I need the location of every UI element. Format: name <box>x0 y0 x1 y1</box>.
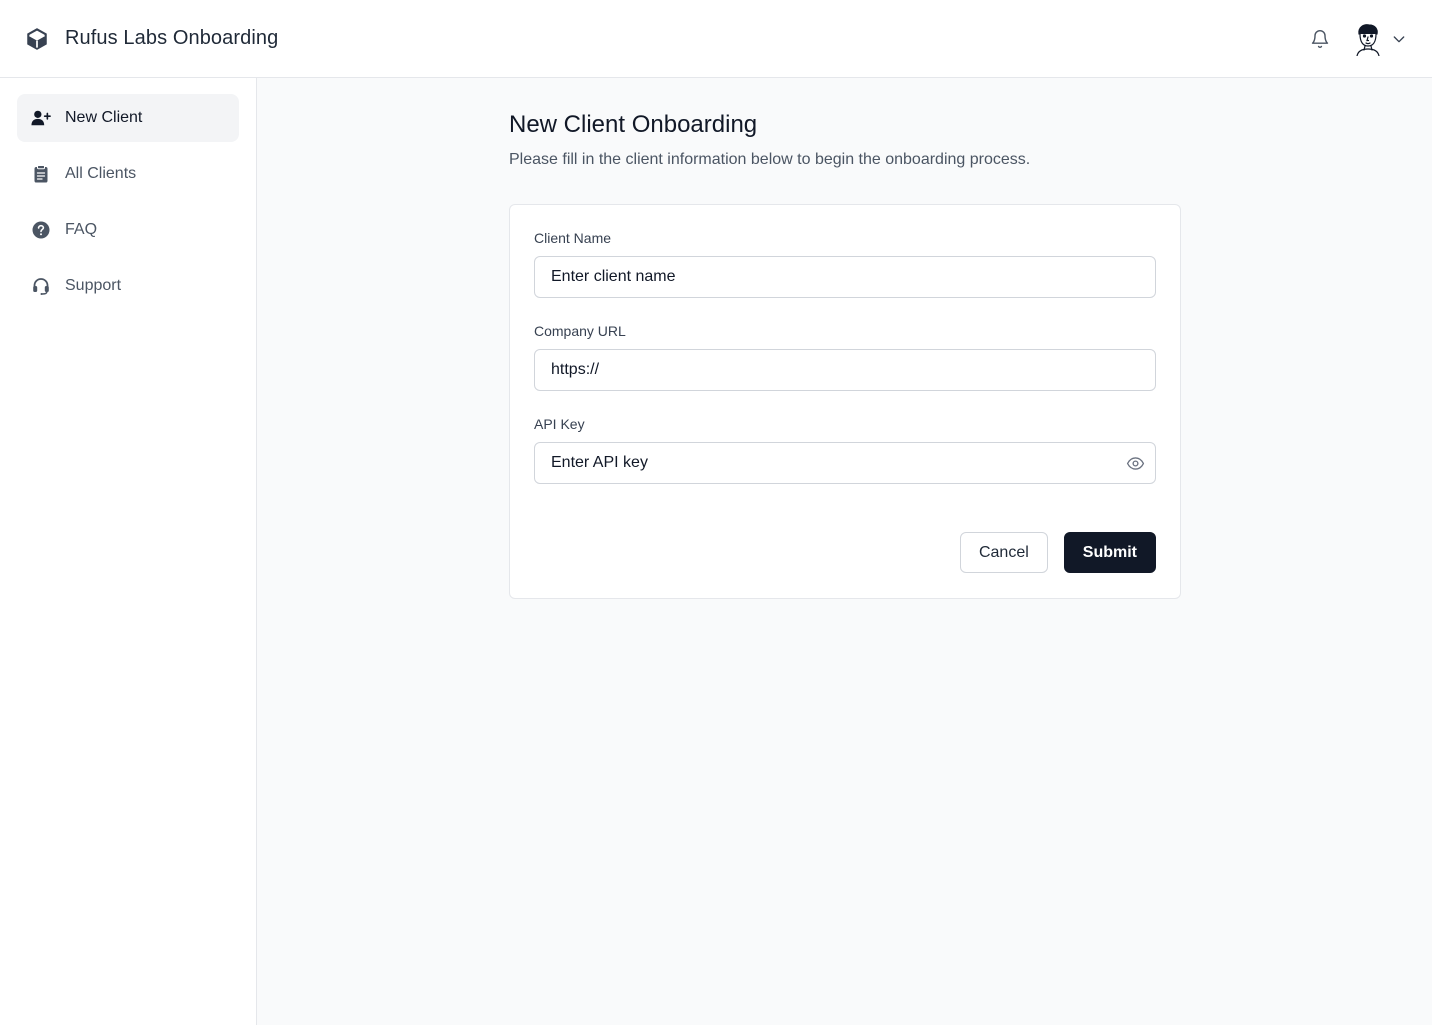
company-url-label: Company URL <box>534 323 626 339</box>
main-content: New Client Onboarding Please fill in the… <box>257 78 1432 1025</box>
cancel-button[interactable]: Cancel <box>959 532 1048 573</box>
sidebar-item-label: FAQ <box>65 221 98 238</box>
avatar <box>1353 22 1383 57</box>
chevron-down-icon[interactable] <box>1390 30 1408 48</box>
brand[interactable]: Rufus Labs Onboarding <box>24 26 278 52</box>
top-header: Rufus Labs Onboarding <box>0 0 1432 78</box>
page-title: New Client Onboarding <box>509 111 758 138</box>
bell-icon[interactable] <box>1308 27 1332 51</box>
app-title: Rufus Labs Onboarding <box>65 27 279 49</box>
company-url-field-group: Company URL <box>534 323 1156 391</box>
client-name-field-group: Client Name <box>534 230 1156 298</box>
api-key-label: API Key <box>534 416 585 432</box>
header-actions <box>1308 22 1408 57</box>
company-url-input[interactable] <box>534 349 1156 391</box>
onboarding-form: Client Name Company URL API Key <box>509 204 1181 599</box>
question-circle-icon <box>31 220 51 240</box>
client-name-label: Client Name <box>534 230 612 246</box>
headset-icon <box>31 276 51 296</box>
page-subtitle: Please fill in the client information be… <box>509 151 1031 168</box>
sidebar-item-all-clients[interactable]: All Clients <box>17 150 239 198</box>
sidebar: New Client All Clients FAQ Support <box>0 78 257 1025</box>
submit-button[interactable]: Submit <box>1063 532 1156 573</box>
user-plus-icon <box>31 108 51 128</box>
form-actions: Cancel Submit <box>534 532 1156 573</box>
user-menu[interactable] <box>1353 22 1408 57</box>
api-key-input[interactable] <box>534 442 1156 484</box>
cube-icon <box>24 26 50 52</box>
app-root: Rufus Labs Onboarding New Client All Cli… <box>0 0 1432 1025</box>
sidebar-item-label: New Client <box>65 109 143 126</box>
sidebar-item-new-client[interactable]: New Client <box>17 94 239 142</box>
client-name-input[interactable] <box>534 256 1156 298</box>
eye-icon[interactable] <box>1125 453 1145 473</box>
onboarding-section: New Client Onboarding Please fill in the… <box>509 78 1181 599</box>
sidebar-item-label: All Clients <box>65 165 137 182</box>
sidebar-item-support[interactable]: Support <box>17 262 239 310</box>
sidebar-item-faq[interactable]: FAQ <box>17 206 239 254</box>
sidebar-item-label: Support <box>65 277 122 294</box>
clipboard-icon <box>31 164 51 184</box>
api-key-field-group: API Key <box>534 416 1156 484</box>
